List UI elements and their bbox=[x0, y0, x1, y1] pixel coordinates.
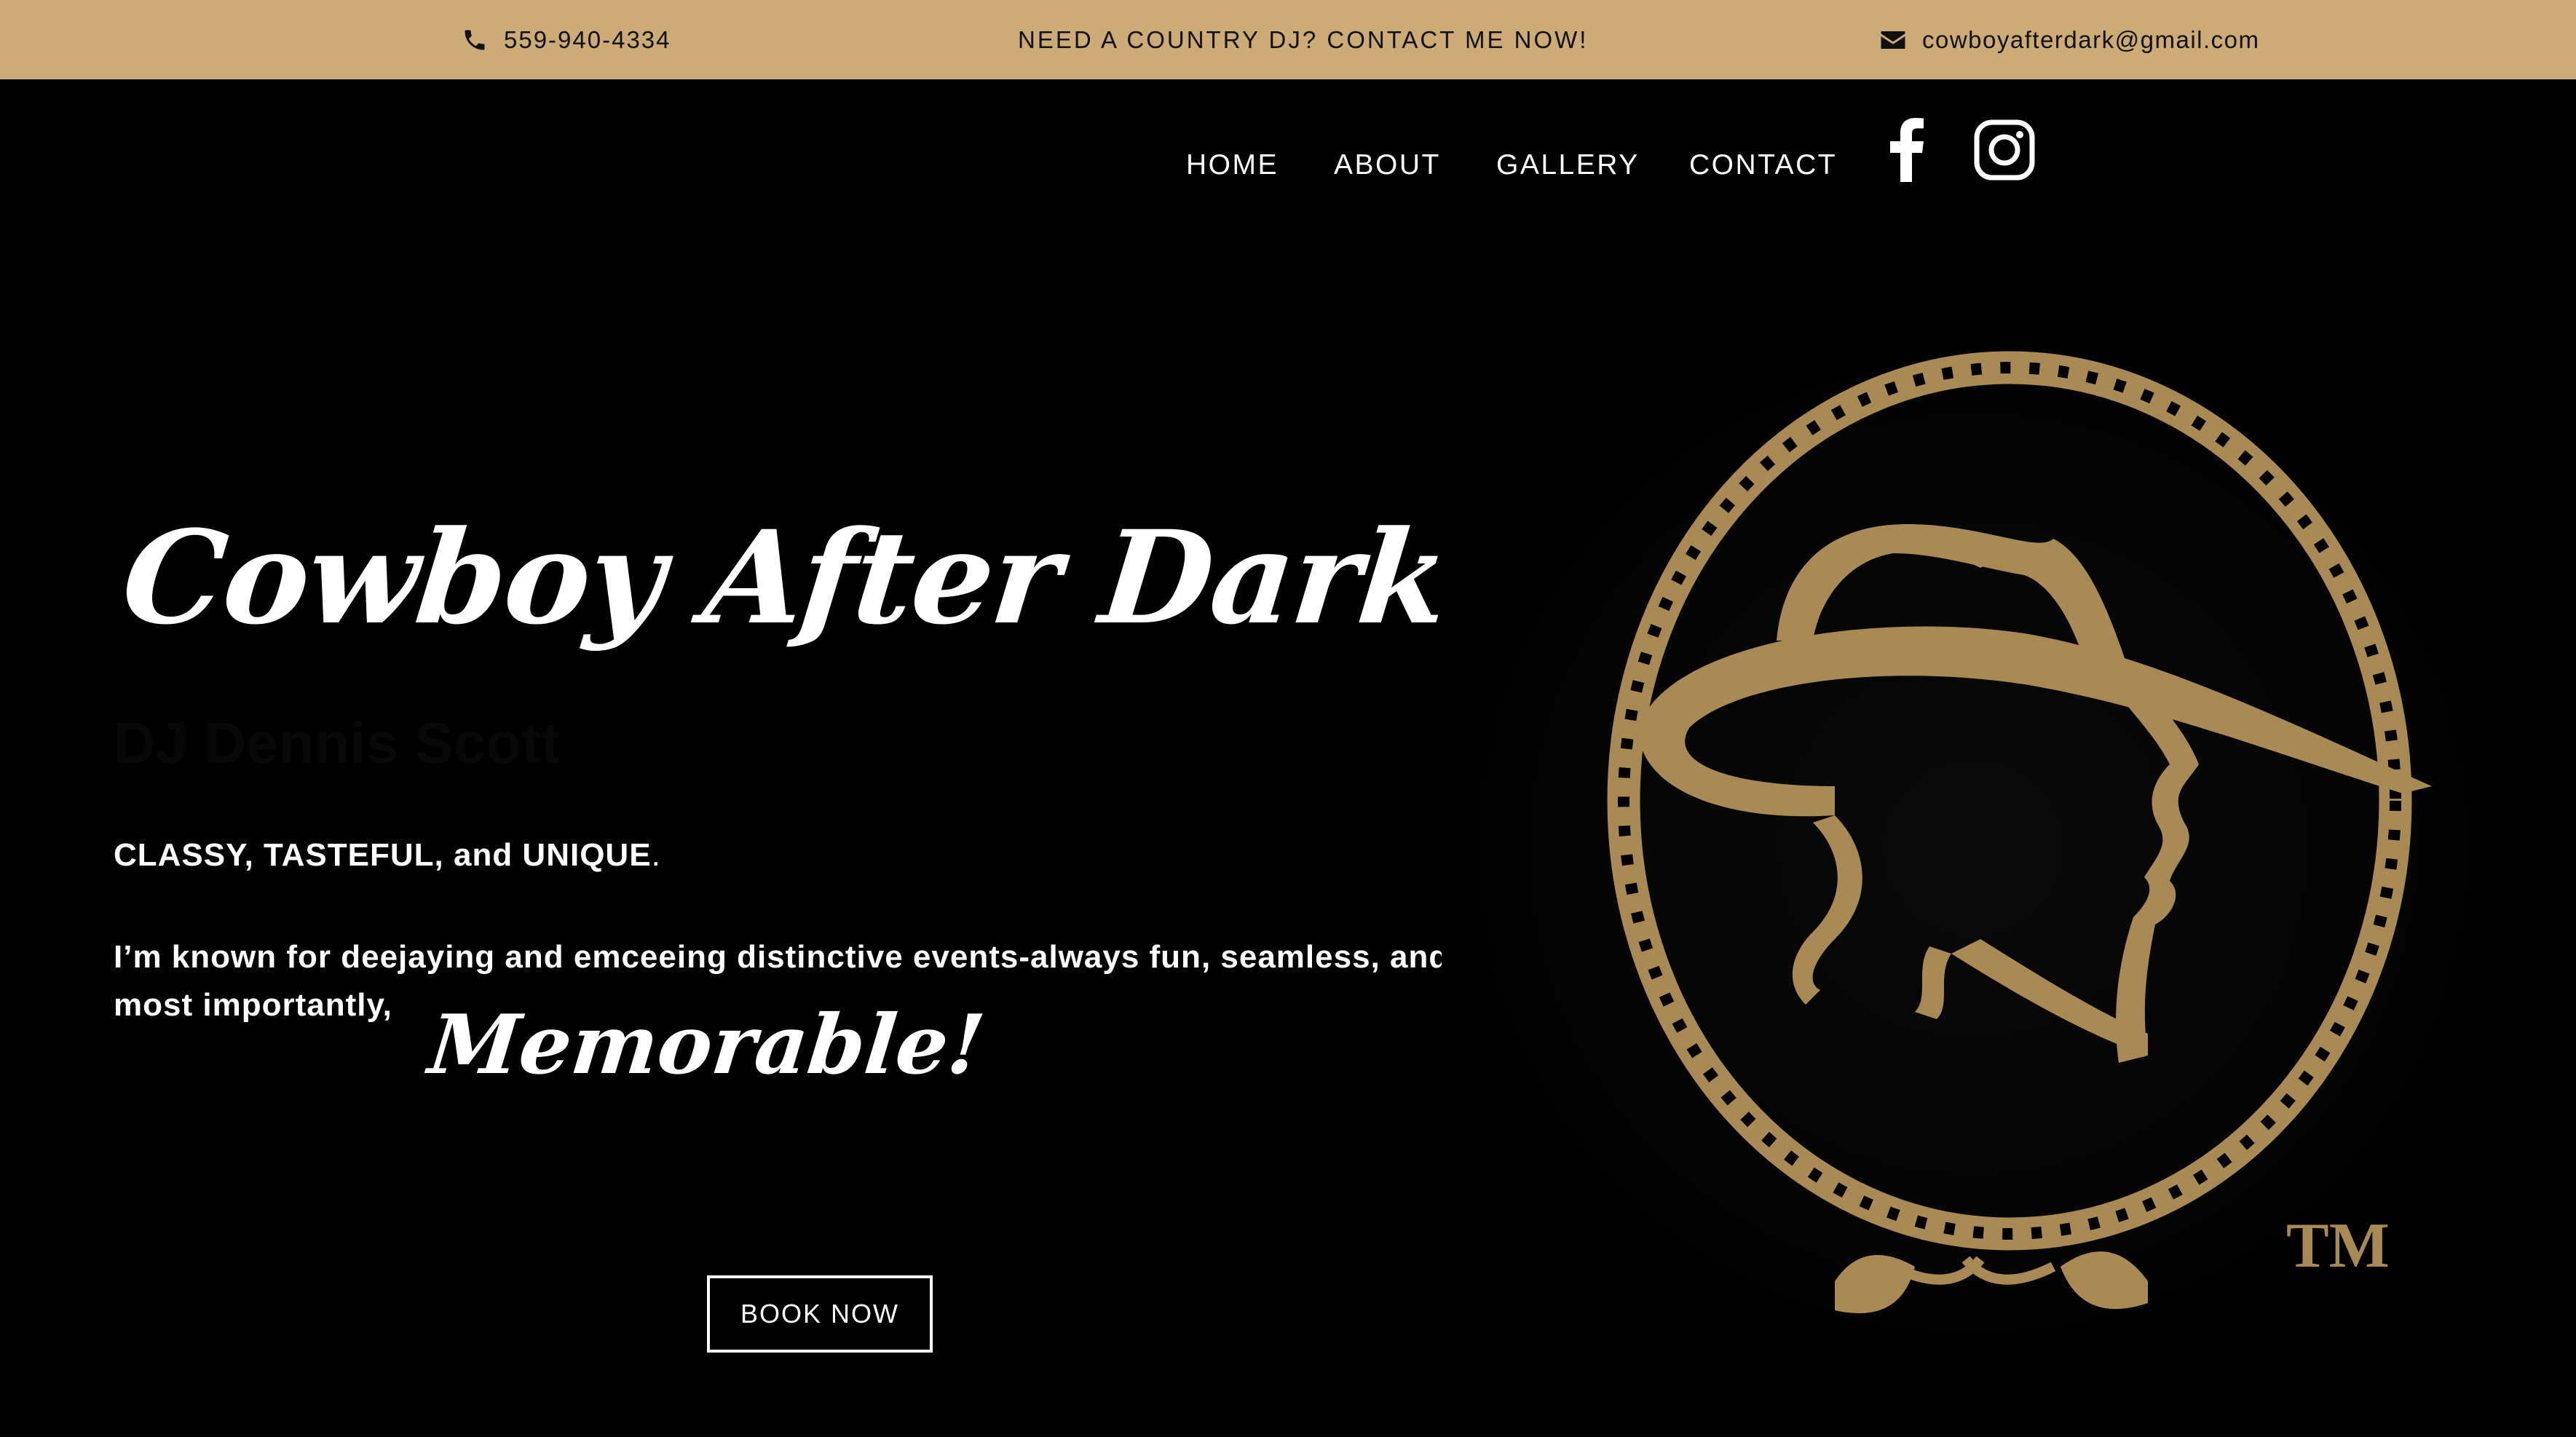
nav-item-about[interactable]: ABOUT bbox=[1334, 149, 1441, 181]
trademark-mark: TM bbox=[2286, 1211, 2390, 1281]
hero-subtitle: DJ Dennis Scott bbox=[114, 710, 561, 775]
main-navigation: HOME ABOUT GALLERY CONTACT bbox=[0, 79, 2576, 264]
nav-item-gallery[interactable]: GALLERY bbox=[1496, 149, 1640, 181]
top-contact-bar: 559-940-4334 NEED A COUNTRY DJ? CONTACT … bbox=[0, 0, 2576, 79]
nav-item-contact[interactable]: CONTACT bbox=[1689, 149, 1837, 181]
cowboy-rope-logo: TM bbox=[1442, 328, 2505, 1369]
promo-text: NEED A COUNTRY DJ? CONTACT ME NOW! bbox=[1018, 25, 1589, 53]
facebook-icon[interactable] bbox=[1886, 116, 1927, 182]
envelope-icon bbox=[1881, 31, 1905, 49]
hero-emphasis: Memorable! bbox=[424, 997, 989, 1093]
phone-number: 559-940-4334 bbox=[504, 25, 671, 53]
phone-icon bbox=[465, 30, 485, 50]
nav-item-home[interactable]: HOME bbox=[1186, 149, 1279, 181]
hero-title: Cowboy After Dark bbox=[116, 502, 1455, 653]
hero-tagline: CLASSY, TASTEFUL, and UNIQUE. bbox=[114, 837, 661, 874]
tagline-period: . bbox=[651, 837, 661, 873]
instagram-icon[interactable] bbox=[1973, 119, 2036, 181]
email-address: cowboyafterdark@gmail.com bbox=[1922, 25, 2260, 53]
book-now-button[interactable]: BOOK NOW bbox=[707, 1275, 933, 1353]
tagline-caps: CLASSY, TASTEFUL, and UNIQUE bbox=[114, 837, 652, 873]
email-link[interactable]: cowboyafterdark@gmail.com bbox=[1880, 0, 2260, 79]
phone-link[interactable]: 559-940-4334 bbox=[462, 0, 671, 79]
